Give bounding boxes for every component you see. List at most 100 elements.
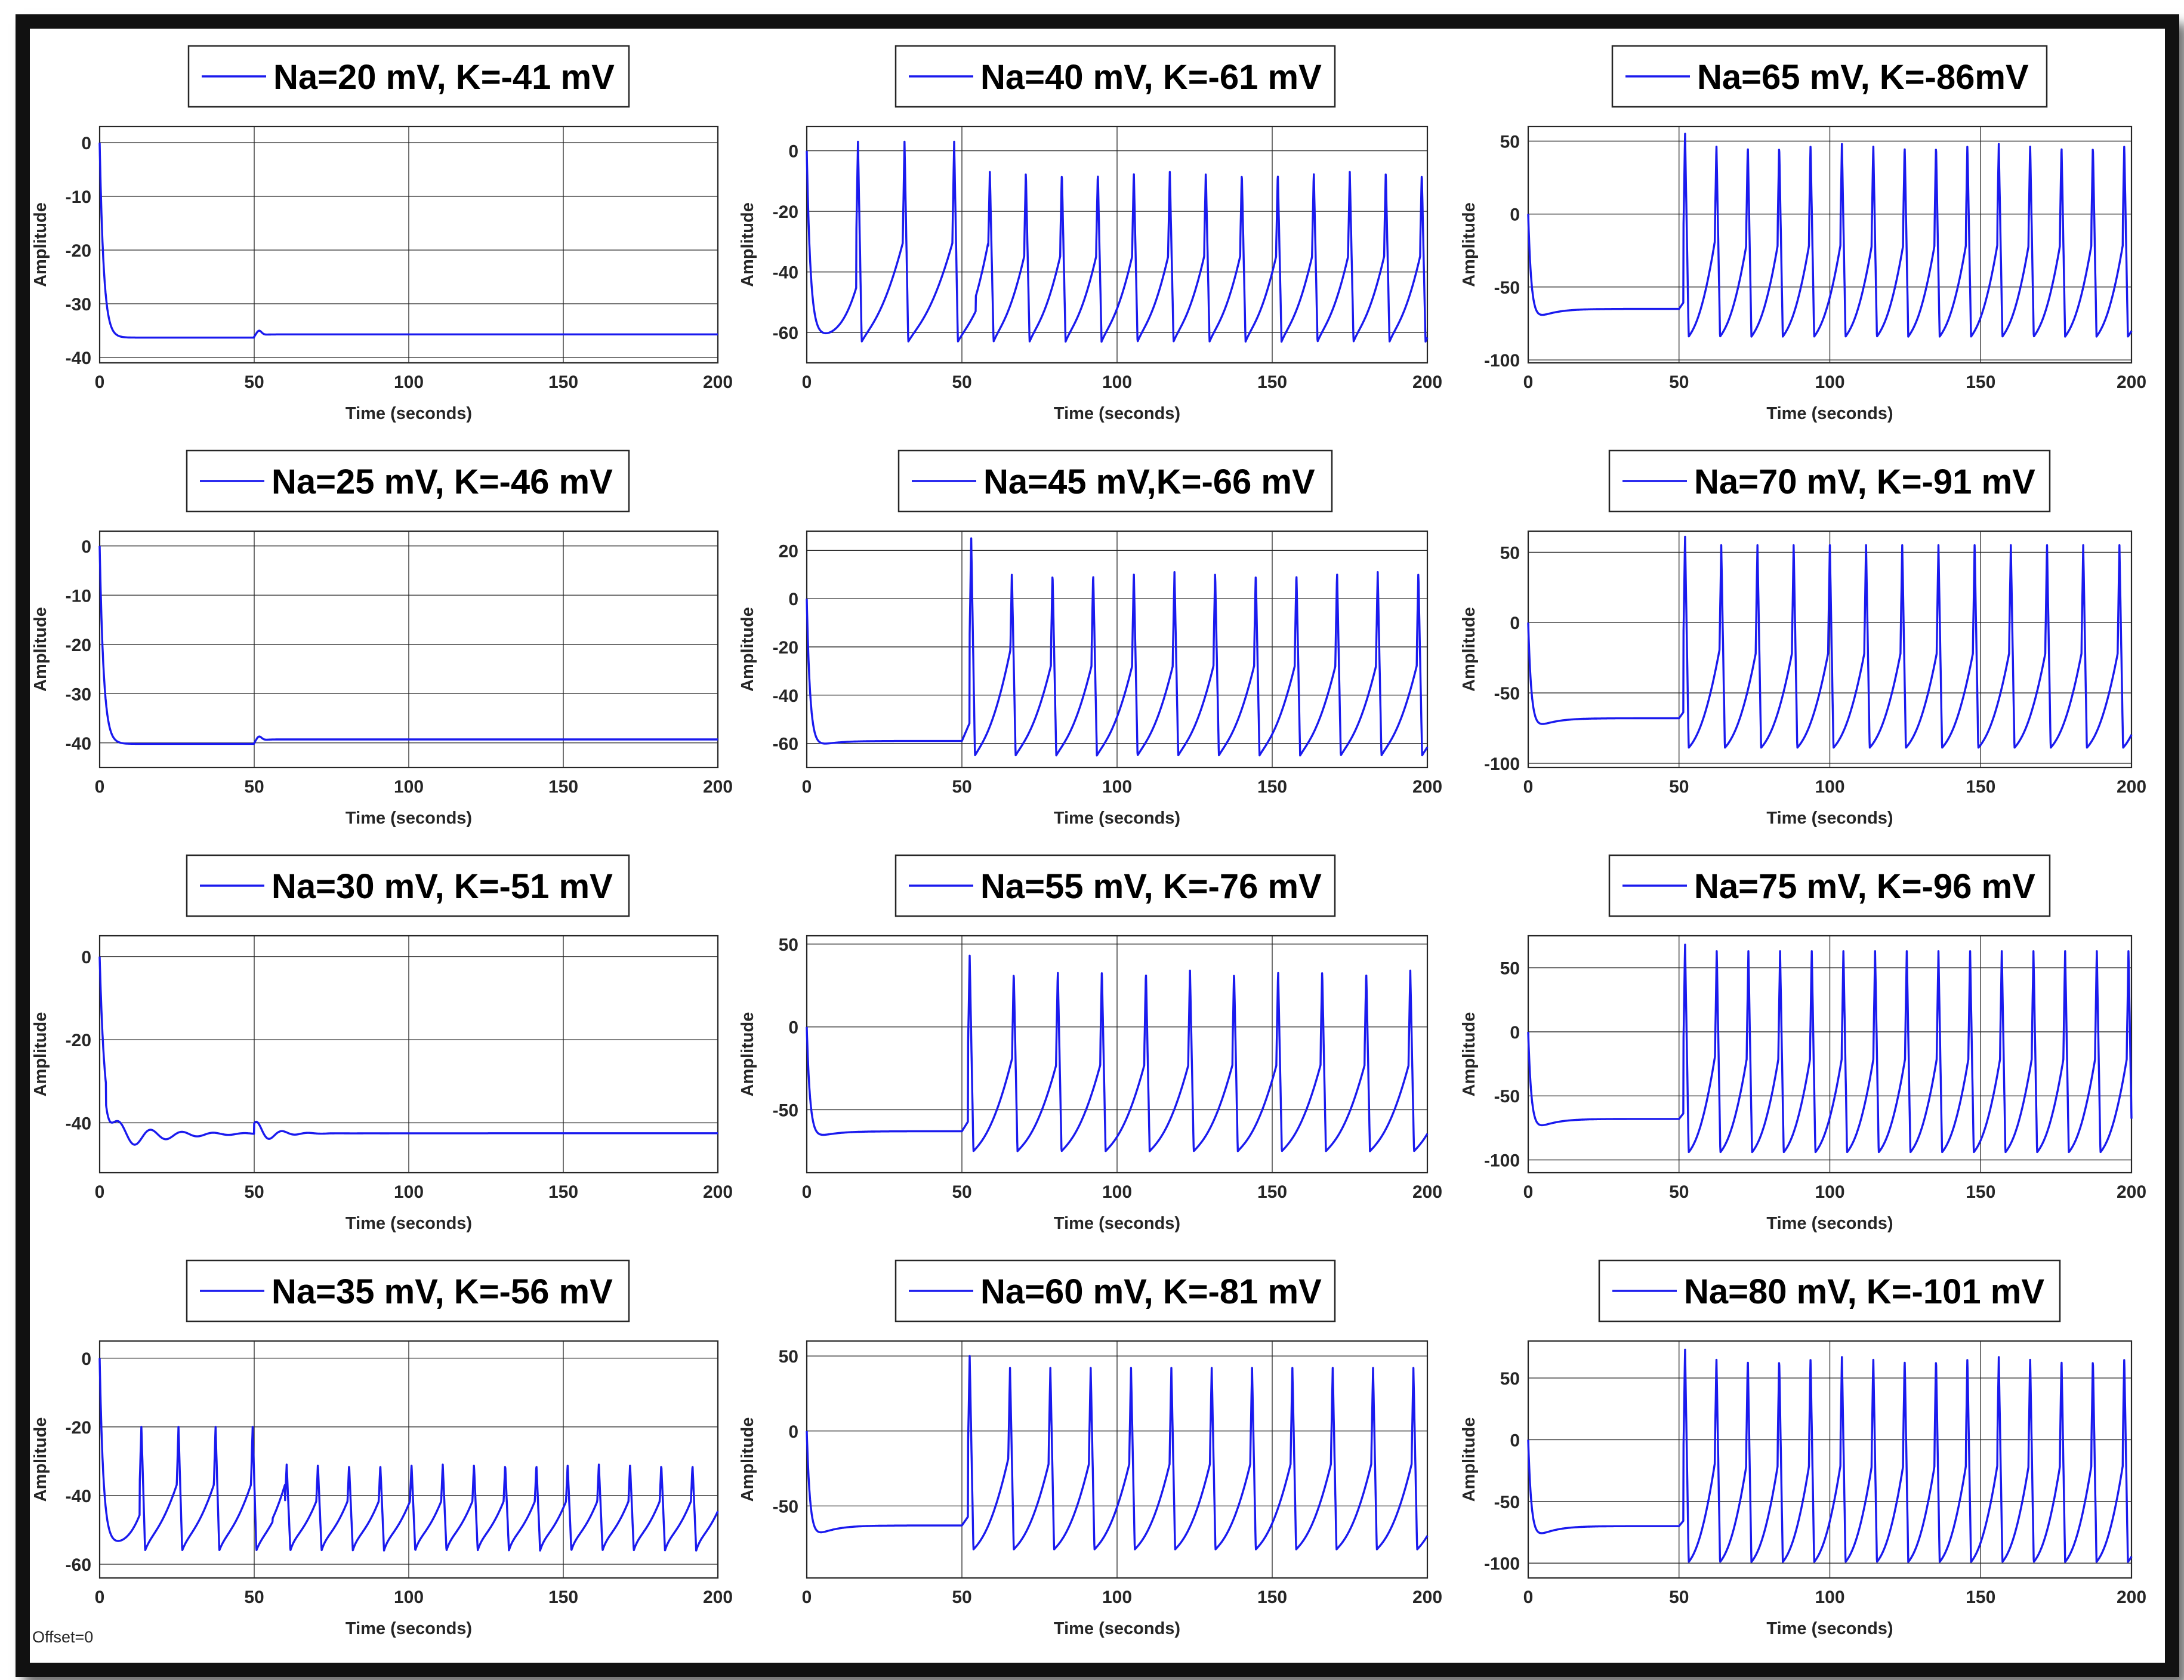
x-tick-label: 0	[95, 1587, 105, 1607]
y-tick-label: -20	[66, 636, 91, 655]
legend: Na=40 mV, K=-61 mV	[894, 45, 1336, 108]
legend-entry: Na=30 mV, K=-51 mV	[272, 867, 613, 906]
x-tick-label: 0	[802, 1182, 812, 1202]
x-axis-label: Time (seconds)	[346, 404, 472, 423]
x-tick-label: 0	[1523, 372, 1534, 392]
y-tick-label: 0	[788, 590, 798, 609]
y-tick-label: -40	[66, 1114, 91, 1133]
y-tick-label: -100	[1484, 1554, 1520, 1574]
x-axis-label: Time (seconds)	[1766, 1214, 1893, 1233]
y-tick-label: -100	[1484, 351, 1520, 371]
x-tick-label: 0	[802, 372, 812, 392]
y-axis-label: Amplitude	[738, 202, 757, 287]
y-tick-label: -50	[1494, 684, 1520, 704]
legend: Na=25 mV, K=-46 mV	[186, 449, 630, 513]
y-axis-label: Amplitude	[1460, 1417, 1479, 1502]
y-tick-label: 50	[1500, 132, 1520, 152]
x-tick-label: 0	[802, 777, 812, 797]
subplot-4: 0 50 100 150 200 0 -10 -20 -30 -40 Time (seconds) A…	[31, 449, 733, 828]
y-tick-label: -60	[773, 735, 798, 754]
legend: Na=65 mV, K=-86mV	[1611, 45, 2048, 108]
x-tick-label: 200	[1412, 372, 1442, 392]
y-tick-label: -20	[773, 638, 798, 658]
x-tick-label: 150	[548, 777, 578, 797]
legend: Na=70 mV, K=-91 mV	[1608, 449, 2051, 513]
x-tick-label: 50	[1669, 372, 1689, 392]
x-tick-label: 200	[2117, 777, 2146, 797]
y-tick-label: 0	[788, 142, 798, 162]
legend-entry: Na=65 mV, K=-86mV	[1697, 58, 2029, 97]
x-tick-label: 100	[394, 1587, 424, 1607]
x-tick-label: 0	[1523, 777, 1534, 797]
x-tick-label: 50	[1669, 777, 1689, 797]
x-tick-label: 150	[548, 1182, 578, 1202]
x-tick-label: 0	[95, 777, 105, 797]
y-tick-label: -30	[66, 295, 91, 315]
x-tick-label: 50	[1669, 1587, 1689, 1607]
subplot-1: 0 50 100 150 200 0 -10 -20 -30 -40 Time (seconds) A…	[31, 45, 733, 423]
x-tick-label: 150	[1257, 777, 1287, 797]
y-tick-label: -10	[66, 187, 91, 207]
y-tick-label: -40	[773, 686, 798, 706]
subplot-5: 0 50 100 150 200200-20-40-60Time (seconds)Am…	[738, 449, 1442, 828]
y-axis-label: Amplitude	[31, 1012, 50, 1097]
y-tick-label: 0	[1510, 205, 1520, 225]
x-tick-label: 150	[1966, 1587, 1995, 1607]
x-tick-label: 200	[1412, 777, 1442, 797]
x-tick-label: 200	[703, 1587, 733, 1607]
y-tick-label: -40	[773, 263, 798, 283]
legend-entry: Na=75 mV, K=-96 mV	[1694, 867, 2035, 906]
subplot-3: 0 50 100 150 200 50 0 -50 -100 Time (seconds) Ampl…	[1460, 45, 2146, 423]
x-tick-label: 50	[244, 372, 264, 392]
x-tick-label: 150	[1966, 372, 1995, 392]
y-tick-label: -50	[773, 1497, 798, 1516]
x-tick-label: 0	[95, 372, 105, 392]
y-tick-label: -40	[66, 349, 91, 368]
y-axis-label: Amplitude	[31, 202, 50, 287]
x-tick-label: 100	[1102, 777, 1132, 797]
legend-entry: Na=45 mV,K=-66 mV	[983, 463, 1315, 501]
y-tick-label: -20	[66, 1031, 91, 1050]
y-tick-label: 0	[81, 1349, 91, 1369]
legend: Na=80 mV, K=-101 mV	[1598, 1259, 2061, 1323]
x-tick-label: 200	[2117, 1182, 2146, 1202]
x-tick-label: 50	[952, 1587, 971, 1607]
subplot-6: 0 50 100 150 200 50 0 -50 -100 Time (seconds) Ampl…	[1460, 449, 2146, 828]
x-tick-label: 200	[1412, 1182, 1442, 1202]
y-tick-label: -60	[66, 1555, 91, 1575]
x-tick-label: 50	[952, 777, 971, 797]
subplot-12: 0 50 100 150 200 50 0 -50 -100 Time (seconds) Ampl…	[1460, 1259, 2146, 1638]
x-tick-label: 200	[2117, 372, 2146, 392]
y-tick-label: 0	[81, 948, 91, 967]
x-tick-label: 50	[244, 777, 264, 797]
x-tick-label: 150	[548, 372, 578, 392]
legend-entry: Na=60 mV, K=-81 mV	[980, 1272, 1322, 1311]
x-axis-label: Time (seconds)	[1054, 809, 1180, 828]
subplot-9: 0 50 100 150 200 50 0 -50 -100 Time (seconds) Ampl…	[1460, 854, 2146, 1233]
legend-entry: Na=20 mV, K=-41 mV	[273, 58, 615, 97]
x-tick-label: 0	[95, 1182, 105, 1202]
x-axis-label: Time (seconds)	[1054, 404, 1180, 423]
y-axis-label: Amplitude	[738, 1417, 757, 1502]
x-tick-label: 200	[703, 777, 733, 797]
x-axis-label: Time (seconds)	[346, 1214, 472, 1233]
x-tick-label: 0	[1523, 1587, 1534, 1607]
y-tick-label: 0	[788, 1018, 798, 1038]
x-tick-label: 150	[1257, 372, 1287, 392]
legend-entry: Na=40 mV, K=-61 mV	[980, 58, 1322, 97]
legend-entry: Na=35 mV, K=-56 mV	[272, 1272, 613, 1311]
y-axis-label: Amplitude	[738, 607, 757, 692]
y-tick-label: 0	[788, 1422, 798, 1442]
subplot-8: 0 50 100 150 200 50 0 -50 Time (seconds) Amplitud…	[738, 854, 1442, 1233]
x-tick-label: 100	[1815, 372, 1844, 392]
x-tick-label: 150	[1966, 777, 1995, 797]
x-tick-label: 150	[1966, 1182, 1995, 1202]
y-axis-label: Amplitude	[1460, 1012, 1479, 1097]
y-tick-label: -20	[773, 202, 798, 222]
x-axis-label: Time (seconds)	[1054, 1214, 1180, 1233]
legend: Na=35 mV, K=-56 mV	[186, 1259, 630, 1323]
legend-entry: Na=80 mV, K=-101 mV	[1684, 1272, 2044, 1311]
x-tick-label: 150	[1257, 1587, 1287, 1607]
x-axis-label: Time (seconds)	[346, 1619, 472, 1638]
x-axis-label: Time (seconds)	[1054, 1619, 1180, 1638]
